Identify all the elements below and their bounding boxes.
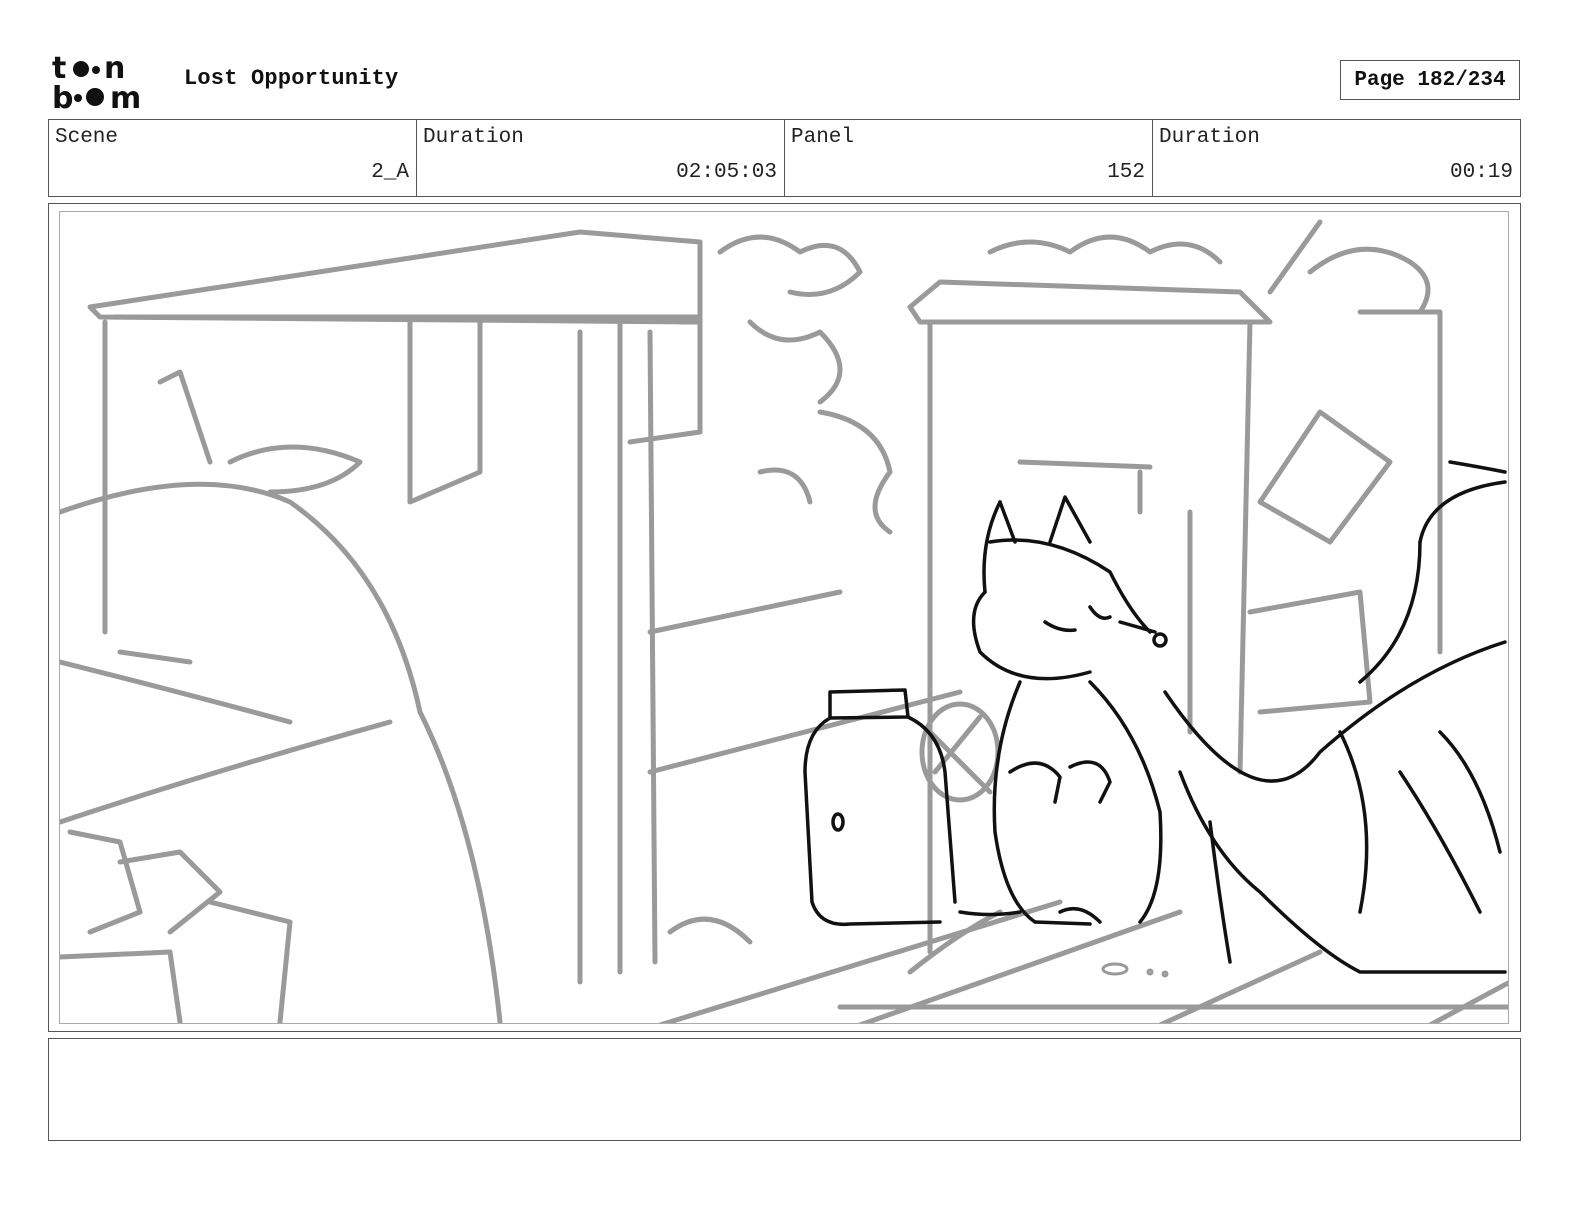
toonboom-logo: t n b m [52,51,164,116]
svg-text:m: m [110,81,141,110]
scene-duration-label: Duration [423,126,524,149]
panel-value: 152 [1107,161,1145,184]
page-indicator: Page 182/234 [1340,60,1520,100]
scene-duration-cell: Duration 02:05:03 [417,120,785,196]
document-title: Lost Opportunity [184,66,399,91]
sketch-drawing [60,219,1508,1023]
panel-notes-box [48,1038,1521,1141]
storyboard-panel [48,203,1521,1032]
scene-cell: Scene 2_A [49,120,417,196]
scene-label: Scene [55,126,119,149]
scene-value: 2_A [371,161,409,184]
panel-duration-label: Duration [1159,126,1260,149]
scene-duration-value: 02:05:03 [676,161,777,184]
svg-text:b: b [52,81,73,110]
panel-duration-value: 00:19 [1449,161,1513,184]
panel-cell: Panel 152 [785,120,1153,196]
panel-drawing-area [59,211,1509,1024]
panel-label: Panel [791,126,855,149]
scene-info-table: Scene 2_A Duration 02:05:03 Panel 152 Du… [48,119,1521,197]
panel-duration-cell: Duration 00:19 [1153,120,1520,196]
